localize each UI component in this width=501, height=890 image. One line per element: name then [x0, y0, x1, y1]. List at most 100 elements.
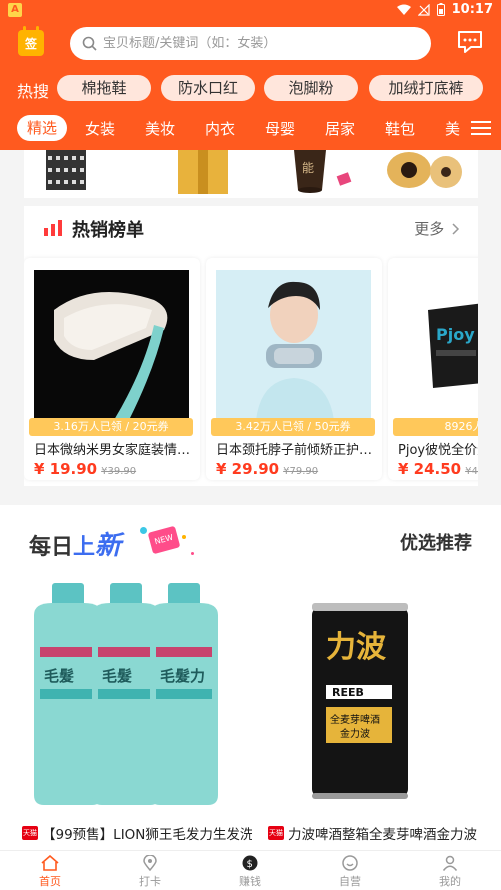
- current-price: ¥ 19.90: [34, 460, 98, 478]
- decor-dot: [182, 535, 186, 539]
- nav-profile[interactable]: 我的: [420, 855, 480, 889]
- product-thumb-image[interactable]: [42, 150, 90, 194]
- chevron-right-icon: [452, 223, 460, 235]
- sign-in-logo-icon[interactable]: 签: [18, 26, 44, 56]
- bottom-nav: 首页 打卡 $ 赚钱 自营 我的: [0, 850, 501, 890]
- product-name: 日本微纳米男女家庭装情侣软毛牙刷: [34, 443, 194, 458]
- hot-chip[interactable]: 泡脚粉: [264, 75, 358, 101]
- tab-underwear[interactable]: 内衣: [205, 118, 235, 139]
- svg-text:Pjoy: Pjoy: [436, 325, 475, 344]
- ranking-more-label: 更多: [414, 220, 445, 238]
- clock: 10:17: [451, 2, 493, 17]
- nav-earn[interactable]: $ 赚钱: [220, 855, 280, 889]
- product-card[interactable]: 力波 REEB 全麦芽啤酒 金力波 天猫 力波啤酒整箱全麦芽啤酒金力波: [268, 575, 498, 845]
- hot-chip[interactable]: 防水口红: [161, 75, 255, 101]
- battery-icon: [436, 3, 445, 16]
- hot-chip[interactable]: 棉拖鞋: [57, 75, 151, 101]
- ranking-card[interactable]: 3.16万人已领 / 20元券 日本微纳米男女家庭装情侣软毛牙刷 ¥ 19.90…: [24, 258, 200, 480]
- wifi-icon: [396, 4, 411, 15]
- status-icons: 10:17: [396, 2, 493, 17]
- nav-self-operated[interactable]: 自营: [320, 855, 380, 889]
- tab-beauty[interactable]: 美妆: [145, 118, 175, 139]
- ranking-list: 3.16万人已领 / 20元券 日本微纳米男女家庭装情侣软毛牙刷 ¥ 19.90…: [24, 258, 478, 484]
- nav-home-label: 首页: [39, 875, 61, 888]
- svg-text:全麦芽啤酒: 全麦芽啤酒: [330, 713, 380, 726]
- tab-women-clothing[interactable]: 女装: [85, 118, 115, 139]
- svg-text:毛髮: 毛髮: [102, 667, 132, 685]
- money-icon: $: [242, 855, 258, 871]
- coupon-badge: 3.16万人已领 / 20元券: [29, 418, 193, 436]
- daily-new-section: 每日上新 NEW 优选推荐 毛髮 毛髮 毛髮力 天猫 【99预售】LION狮王毛…: [0, 505, 501, 850]
- svg-text:力波: 力波: [326, 630, 387, 665]
- hot-ranking-section: 热销榜单 更多 3.16万人已领 / 20元券 日本微纳米男女家庭装情侣软毛牙刷: [24, 206, 478, 486]
- coupon-badge: 8926人已领: [393, 418, 478, 436]
- original-price: ¥39.90: [101, 466, 137, 477]
- featured-recommend-link[interactable]: 优选推荐: [400, 529, 472, 555]
- home-icon: [41, 855, 59, 871]
- product-name-text: 【99预售】LION狮王毛发力生发洗发水: [42, 827, 252, 843]
- svg-text:金力波: 金力波: [340, 727, 370, 740]
- tab-more-cat[interactable]: 美: [445, 118, 460, 139]
- product-thumb-image[interactable]: [384, 150, 464, 194]
- price: ¥ 29.90 ¥79.90: [216, 460, 318, 478]
- original-price: ¥49.5: [465, 466, 478, 477]
- price: ¥ 19.90 ¥39.90: [34, 460, 136, 478]
- tab-shoes-bags[interactable]: 鞋包: [385, 118, 415, 139]
- product-image-shampoo: 毛髮 毛髮 毛髮力: [22, 575, 252, 815]
- search-bar[interactable]: [70, 27, 431, 60]
- nav-checkin-label: 打卡: [139, 875, 161, 888]
- notification-app-icon: A: [8, 3, 22, 17]
- ranking-title: 热销榜单: [72, 220, 144, 241]
- search-icon: [82, 36, 97, 51]
- decor-dot: [191, 552, 194, 555]
- ranking-card[interactable]: Pjoy 8926人已领 Pjoy彼悦全价无谷猫粮 ¥ 24.50¥49.5: [388, 258, 478, 480]
- chat-bubble-icon: [342, 855, 358, 871]
- ranking-header: 热销榜单 更多: [24, 206, 478, 250]
- product-card[interactable]: 毛髮 毛髮 毛髮力 天猫 【99预售】LION狮王毛发力生发: [22, 575, 252, 845]
- nav-profile-label: 我的: [439, 875, 461, 888]
- category-tabs: 精选 女装 美妆 内衣 母婴 居家 鞋包 美: [0, 112, 501, 146]
- user-icon: [442, 855, 458, 871]
- product-image-cat-food: Pjoy: [398, 270, 478, 420]
- product-thumb-image[interactable]: 能: [286, 150, 356, 194]
- decor-dot: [140, 527, 147, 534]
- hot-search-row: 热搜 棉拖鞋 防水口红 泡脚粉 加绒打底裤: [0, 72, 501, 104]
- new-badge: NEW: [147, 525, 181, 555]
- message-icon[interactable]: [457, 30, 483, 54]
- header: A 10:17 签 热搜 棉拖鞋 防水口红 泡脚粉 加绒打底裤 精选: [0, 0, 501, 150]
- ranking-more-link[interactable]: 更多: [414, 218, 460, 239]
- app-root: A 10:17 签 热搜 棉拖鞋 防水口红 泡脚粉 加绒打底裤 精选: [0, 0, 501, 890]
- menu-icon[interactable]: [471, 120, 491, 136]
- hot-chip[interactable]: 加绒打底裤: [369, 75, 483, 101]
- hot-search-label: 热搜: [17, 82, 50, 101]
- svg-text:$: $: [247, 859, 253, 870]
- product-name: 天猫【99预售】LION狮王毛发力生发洗发水: [22, 823, 252, 843]
- product-image-toothbrush: [34, 270, 189, 420]
- svg-text:毛髮: 毛髮: [44, 667, 74, 685]
- product-name-text: 力波啤酒整箱全麦芽啤酒金力波: [288, 827, 477, 843]
- tab-featured[interactable]: 精选: [17, 115, 68, 141]
- daily-title: 每日上新: [29, 525, 121, 562]
- status-bar: A 10:17: [0, 0, 501, 22]
- nav-home[interactable]: 首页: [20, 855, 80, 889]
- svg-text:毛髮力: 毛髮力: [160, 667, 205, 685]
- tab-home[interactable]: 居家: [325, 118, 355, 139]
- tab-baby[interactable]: 母婴: [265, 118, 295, 139]
- current-price: ¥ 24.50: [398, 460, 462, 478]
- svg-text:REEB: REEB: [332, 686, 364, 699]
- product-name: Pjoy彼悦全价无谷猫粮: [398, 443, 478, 458]
- tmall-icon: 天猫: [22, 826, 38, 840]
- ranking-card[interactable]: 3.42万人已领 / 50元券 日本颈托脖子前倾矫正护颈仪 ¥ 29.90 ¥79…: [206, 258, 382, 480]
- coupon-badge: 3.42万人已领 / 50元券: [211, 418, 375, 436]
- nav-checkin[interactable]: 打卡: [120, 855, 180, 889]
- daily-title-big: 新: [95, 531, 122, 561]
- product-name: 日本颈托脖子前倾矫正护颈仪: [216, 443, 376, 458]
- original-price: ¥79.90: [283, 466, 319, 477]
- product-thumb-image[interactable]: [168, 150, 238, 194]
- product-image-neck-brace: [216, 270, 371, 420]
- product-name: 天猫 力波啤酒整箱全麦芽啤酒金力波: [268, 823, 498, 843]
- top-product-strip: 能: [24, 150, 478, 198]
- search-input[interactable]: [103, 36, 403, 51]
- nav-self-operated-label: 自营: [339, 875, 361, 888]
- tmall-icon: 天猫: [268, 826, 284, 840]
